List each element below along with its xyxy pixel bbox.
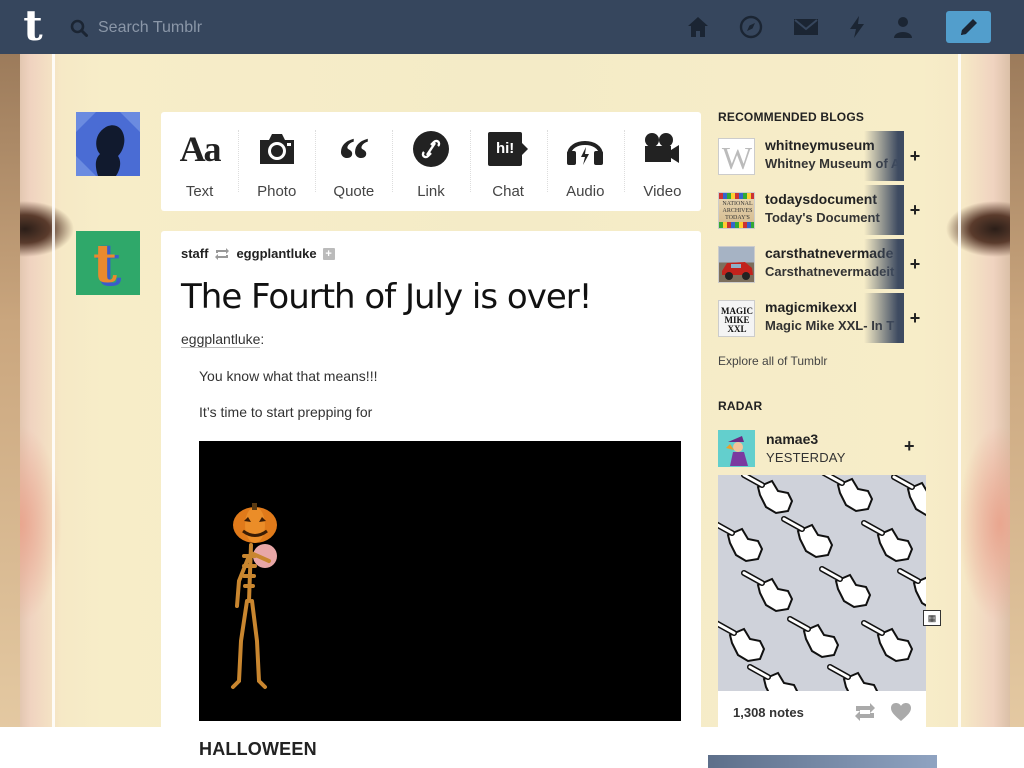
background-photo-right [1010,54,1024,728]
svg-text:t: t [93,234,117,295]
post-type-text[interactable]: Aa Text [161,112,238,211]
audio-icon [567,141,604,165]
explore-all-link[interactable]: Explore all of Tumblr [718,354,827,368]
blog-name: magicmikexxl [765,299,857,315]
text-icon: Aa [179,129,222,169]
post-type-video[interactable]: Video [623,112,701,211]
radar-follow-button[interactable]: + [904,436,915,457]
heart-icon[interactable] [890,702,912,722]
background-divider-left [52,54,55,728]
quote-icon: “ [337,124,370,195]
blog-avatar [718,246,755,283]
radar-timestamp: YESTERDAY [766,450,846,465]
follow-blog-button[interactable]: + [904,185,926,235]
post-type-label: Photo [257,183,297,200]
quote-line-1: You know what that means!!! [199,368,378,384]
next-radar-card-edge [708,755,937,768]
search-box[interactable] [70,14,390,42]
staff-avatar[interactable] [76,112,140,176]
follow-blog-button[interactable]: + [904,239,926,289]
post-type-photo[interactable]: Photo [238,112,315,211]
post-author-link[interactable]: staff [181,246,208,261]
blog-name: whitneymuseum [765,137,875,153]
blog-avatar: NATIONAL ARCHIVES TODAY'S DOCUMENT [718,192,755,229]
radar-post-footer: 1,308 notes [718,691,926,733]
post-type-label: Chat [492,183,524,200]
blog-avatar: MAGIC MIKE XXL [718,300,755,337]
radar-user-avatar[interactable] [718,430,755,467]
background-photo-left [0,54,20,728]
keyboard-icon[interactable]: ▦ [923,610,941,626]
recommended-blog-item[interactable]: MAGIC MIKE XXL magicmikexxl Magic Mike X… [718,293,904,343]
video-icon [645,133,680,163]
post-type-label: Text [185,183,214,200]
background-divider-right [958,54,961,728]
reblogged-from-link[interactable]: eggplantluke [236,246,316,261]
blog-name: todaysdocument [765,191,878,207]
post-gif[interactable] [199,441,681,721]
post-type-audio[interactable]: Audio [546,112,624,211]
link-icon [412,131,449,167]
recommended-blogs-heading: RECOMMENDED BLOGS [718,110,865,124]
blog-avatar: W [718,138,755,175]
recommended-blog-item[interactable]: NATIONAL ARCHIVES TODAY'S DOCUMENT today… [718,185,904,235]
post-type-label: Link [417,183,445,200]
post-type-chat[interactable]: hi! Chat [469,112,547,211]
search-input[interactable] [98,14,388,42]
tumblr-avatar-image: t t [76,231,140,295]
search-icon [70,19,88,37]
post-title: The Fourth of July is over! [181,277,592,317]
blog-title: Today's Document [765,210,880,225]
radar-username[interactable]: namae3 [766,431,818,447]
home-icon[interactable] [686,15,710,39]
dancing-skeleton-image [199,441,681,721]
post-type-quote[interactable]: “ Quote [315,112,392,211]
top-navigation-bar: t [0,0,1024,54]
reblog-icon [215,247,230,260]
svg-text:W: W [722,140,753,175]
reblog-icon[interactable] [854,703,876,721]
post-type-label: Video [643,183,682,200]
radar-post: namae3 YESTERDAY + 1,308 notes [718,420,926,733]
explore-icon[interactable] [739,15,763,39]
tumblr-logo[interactable]: t [18,5,48,47]
follow-blog-button[interactable]: + [904,293,926,343]
follow-plus-icon[interactable]: + [322,247,335,260]
photo-icon [259,134,294,164]
quote-line-2: It’s time to start prepping for [199,404,373,420]
post-type-label: Audio [566,183,605,200]
chat-icon: hi! [488,132,529,166]
radar-heading: RADAR [718,399,763,413]
compose-button[interactable] [946,11,991,43]
radar-post-header: namae3 YESTERDAY + [718,420,926,475]
mail-icon[interactable] [793,15,819,39]
recommended-blog-item[interactable]: W whitneymuseum Whitney Museum of A [718,131,904,181]
post-type-label: Quote [333,183,375,200]
compose-icon [960,19,977,35]
pointing-hands-image [718,475,926,691]
post-header: staff eggplantluke + [181,246,335,261]
recommended-blog-item[interactable]: carsthatnevermade Carsthatnevermadeit [718,239,904,289]
post-card: staff eggplantluke + The Fourth of July … [161,231,701,759]
radar-image[interactable] [718,475,926,691]
post-source-link[interactable]: eggplantluke [181,331,261,348]
activity-icon[interactable] [845,15,869,39]
tumblr-avatar[interactable]: t t [76,231,140,295]
follow-blog-button[interactable]: + [904,131,926,181]
post-source-colon: : [260,331,265,347]
notes-count[interactable]: 1,308 notes [733,705,804,720]
post-type-link[interactable]: Link [392,112,469,211]
post-heading: HALLOWEEN [199,739,317,759]
staff-avatar-image [76,112,140,176]
post-type-bar: Aa Text Photo “ Quote Link hi! Chat Audi… [161,112,701,211]
post-source: eggplantluke: [181,331,265,348]
account-icon[interactable] [891,15,915,39]
